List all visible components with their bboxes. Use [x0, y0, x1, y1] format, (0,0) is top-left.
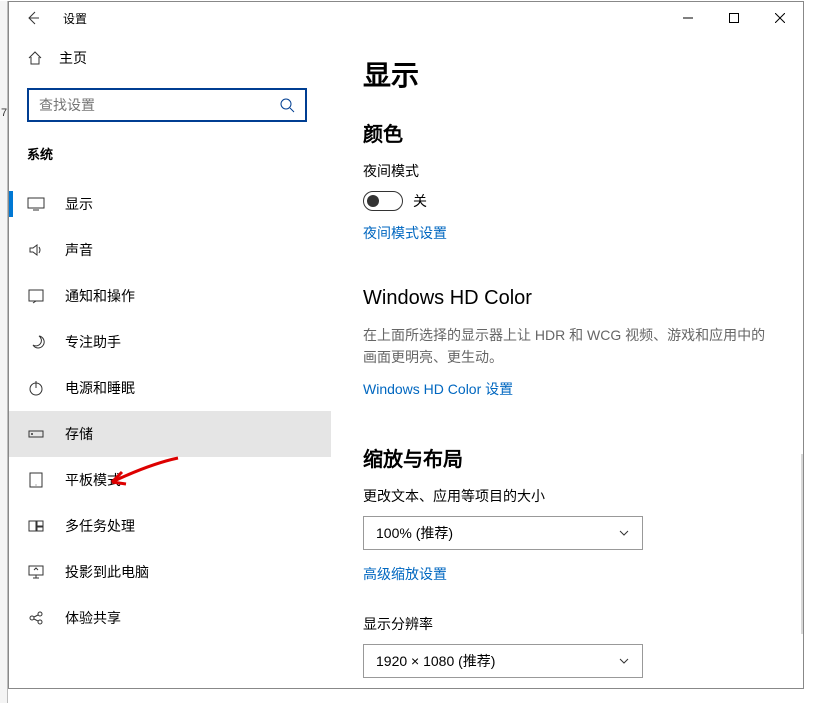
chevron-down-icon — [618, 655, 630, 667]
resolution-value: 1920 × 1080 (推荐) — [376, 651, 495, 671]
sidebar-section-label: 系统 — [9, 132, 331, 171]
display-icon — [27, 195, 45, 213]
search-container — [9, 78, 331, 132]
sidebar-item-label: 存储 — [65, 424, 93, 444]
sidebar-item-power[interactable]: 电源和睡眠 — [9, 365, 331, 411]
background-window-edge: 7 — [0, 1, 8, 703]
share-icon — [27, 609, 45, 627]
window-controls — [665, 2, 803, 34]
sidebar-item-storage[interactable]: 存储 — [9, 411, 331, 457]
sidebar-item-project[interactable]: 投影到此电脑 — [9, 549, 331, 595]
multitask-icon — [27, 517, 45, 535]
sidebar-item-label: 体验共享 — [65, 608, 121, 628]
notification-icon — [27, 287, 45, 305]
sidebar: 主页 系统 显示声音通知和操作专注助手电源和睡眠存储平板模式多任务处理投影到此电… — [9, 34, 331, 688]
sidebar-item-label: 多任务处理 — [65, 516, 135, 536]
sidebar-item-label: 通知和操作 — [65, 286, 135, 306]
color-heading: 颜色 — [363, 118, 771, 147]
window-body: 主页 系统 显示声音通知和操作专注助手电源和睡眠存储平板模式多任务处理投影到此电… — [9, 34, 803, 688]
sidebar-item-focus[interactable]: 专注助手 — [9, 319, 331, 365]
resolution-select[interactable]: 1920 × 1080 (推荐) — [363, 644, 643, 678]
sidebar-item-tablet[interactable]: 平板模式 — [9, 457, 331, 503]
page-title: 显示 — [363, 54, 771, 94]
hd-settings-link[interactable]: Windows HD Color 设置 — [363, 379, 513, 399]
text-size-select[interactable]: 100% (推荐) — [363, 516, 643, 550]
night-mode-label: 夜间模式 — [363, 161, 771, 181]
back-button[interactable] — [9, 2, 57, 34]
home-link[interactable]: 主页 — [9, 38, 331, 78]
titlebar: 设置 — [9, 2, 803, 34]
focus-icon — [27, 333, 45, 351]
search-input[interactable] — [27, 88, 307, 122]
content-panel: 显示 颜色 夜间模式 关 夜间模式设置 Windows HD Color 在上面… — [331, 34, 803, 688]
settings-window: 设置 主页 系统 显示声音通知和操作专注助手电源和睡眠存储平板模式多任务处理投影… — [8, 1, 804, 689]
tablet-icon — [27, 471, 45, 489]
night-mode-toggle-row: 关 — [363, 191, 771, 211]
search-icon — [279, 97, 295, 113]
search-field[interactable] — [39, 97, 279, 113]
section-color: 颜色 夜间模式 关 夜间模式设置 — [363, 118, 771, 255]
scrollbar[interactable] — [801, 454, 803, 634]
home-icon — [27, 50, 43, 66]
maximize-button[interactable] — [711, 2, 757, 34]
advanced-scale-link[interactable]: 高级缩放设置 — [363, 564, 447, 584]
section-scale: 缩放与布局 更改文本、应用等项目的大小 100% (推荐) 高级缩放设置 显示分… — [363, 443, 771, 688]
sidebar-item-notification[interactable]: 通知和操作 — [9, 273, 331, 319]
sidebar-item-label: 投影到此电脑 — [65, 562, 149, 582]
hd-heading: Windows HD Color — [363, 287, 771, 310]
storage-icon — [27, 425, 45, 443]
minimize-button[interactable] — [665, 2, 711, 34]
scale-heading: 缩放与布局 — [363, 443, 771, 472]
project-icon — [27, 563, 45, 581]
sidebar-item-label: 平板模式 — [65, 470, 121, 490]
night-mode-settings-link[interactable]: 夜间模式设置 — [363, 223, 447, 243]
power-icon — [27, 379, 45, 397]
sidebar-item-multitask[interactable]: 多任务处理 — [9, 503, 331, 549]
section-hd-color: Windows HD Color 在上面所选择的显示器上让 HDR 和 WCG … — [363, 287, 771, 411]
sidebar-item-label: 显示 — [65, 194, 93, 214]
close-button[interactable] — [757, 2, 803, 34]
sidebar-item-display[interactable]: 显示 — [9, 181, 331, 227]
window-title: 设置 — [63, 10, 87, 27]
resolution-label: 显示分辨率 — [363, 614, 771, 634]
sidebar-item-share[interactable]: 体验共享 — [9, 595, 331, 641]
night-mode-toggle[interactable] — [363, 191, 403, 211]
sidebar-item-label: 电源和睡眠 — [65, 378, 135, 398]
night-mode-state: 关 — [413, 191, 427, 211]
hd-description: 在上面所选择的显示器上让 HDR 和 WCG 视频、游戏和应用中的画面更明亮、更… — [363, 324, 771, 369]
sidebar-nav: 显示声音通知和操作专注助手电源和睡眠存储平板模式多任务处理投影到此电脑体验共享 — [9, 181, 331, 688]
chevron-down-icon — [618, 527, 630, 539]
sidebar-item-sound[interactable]: 声音 — [9, 227, 331, 273]
sidebar-item-label: 声音 — [65, 240, 93, 260]
sound-icon — [27, 241, 45, 259]
home-label: 主页 — [59, 48, 87, 68]
text-size-label: 更改文本、应用等项目的大小 — [363, 486, 771, 506]
text-size-value: 100% (推荐) — [376, 523, 453, 543]
sidebar-item-label: 专注助手 — [65, 332, 121, 352]
